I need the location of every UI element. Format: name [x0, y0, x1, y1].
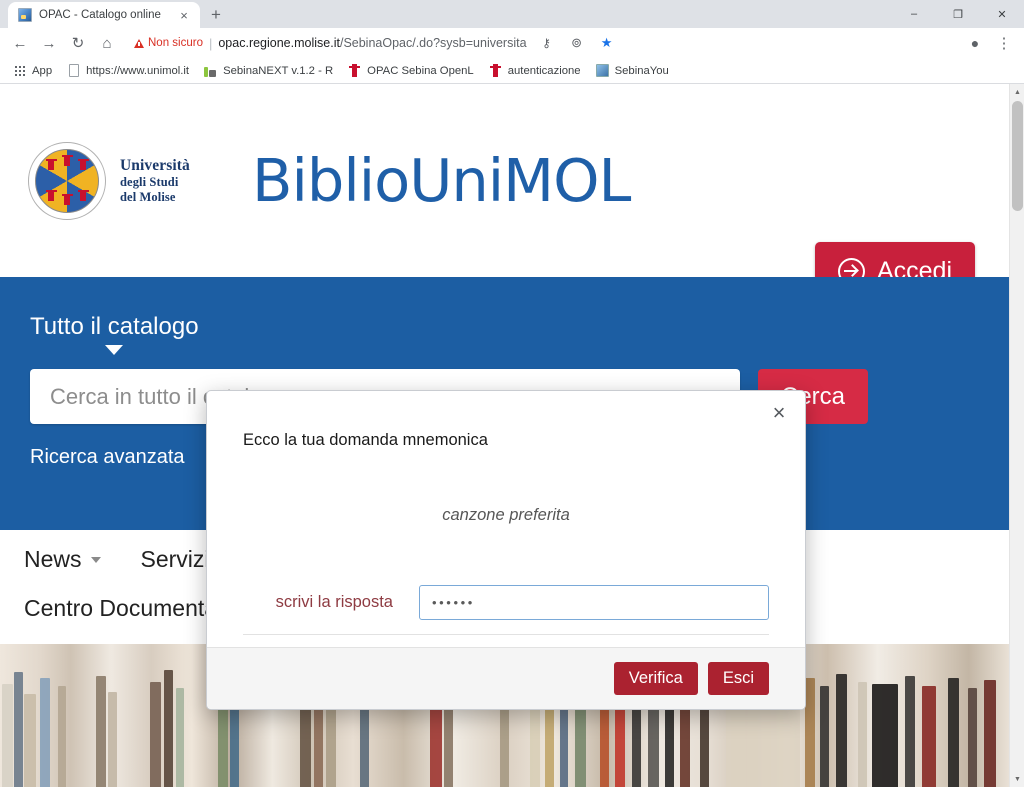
bookmark-opac-sebina[interactable]: OPAC Sebina OpenL: [341, 61, 480, 80]
sebinayou-icon: [595, 63, 610, 78]
tower-icon: [347, 63, 362, 78]
bookmark-sebinayou[interactable]: SebinaYou: [589, 61, 675, 80]
warning-triangle-icon: [134, 38, 144, 48]
tab-strip: OPAC - Catalogo online × + – ❐ ✕: [0, 0, 1024, 28]
key-icon[interactable]: ⚷: [533, 29, 561, 57]
browser-tab[interactable]: OPAC - Catalogo online ×: [8, 2, 200, 28]
address-bar[interactable]: Non sicuro | opac.regione.molise.it/Sebi…: [126, 31, 960, 55]
bookmark-star-icon[interactable]: ★: [593, 29, 621, 57]
tower-icon: [488, 63, 503, 78]
omnibox-separator: |: [208, 35, 213, 51]
minimize-button[interactable]: –: [892, 0, 936, 28]
bookmark-label: SebinaNEXT v.1.2 - R: [223, 64, 334, 77]
document-icon: [66, 63, 81, 78]
scrollbar-thumb[interactable]: [1012, 101, 1023, 211]
home-icon[interactable]: ⌂: [93, 29, 121, 57]
browser-menu-icon[interactable]: ⋮: [990, 29, 1018, 57]
page-scrollbar[interactable]: ▲ ▼: [1009, 84, 1024, 787]
close-window-button[interactable]: ✕: [980, 0, 1024, 28]
answer-input-value: ••••••: [432, 595, 475, 610]
bookmarks-bar: App https://www.unimol.it SebinaNEXT v.1…: [0, 58, 1024, 84]
insecure-label: Non sicuro: [148, 37, 203, 49]
bookmark-app[interactable]: App: [6, 61, 58, 80]
url-text: opac.regione.molise.it/SebinaOpac/.do?sy…: [218, 36, 526, 50]
answer-input[interactable]: ••••••: [419, 585, 769, 620]
bookmark-label: https://www.unimol.it: [86, 64, 190, 77]
tab-favicon-icon: [18, 8, 32, 22]
reload-icon[interactable]: ↻: [64, 29, 92, 57]
answer-field-label: scrivi la risposta: [275, 593, 393, 611]
dialog-question-intro: Ecco la tua domanda mnemonica: [243, 431, 488, 449]
bookmark-label: OPAC Sebina OpenL: [367, 64, 474, 77]
web-page: Università degli Studi del Molise Biblio…: [0, 84, 1009, 787]
back-icon[interactable]: ←: [6, 29, 34, 57]
dialog-footer: Verifica Esci: [207, 647, 805, 709]
close-icon[interactable]: ×: [767, 401, 791, 425]
bookmark-sebinanext[interactable]: SebinaNEXT v.1.2 - R: [197, 61, 339, 80]
tab-close-icon[interactable]: ×: [176, 7, 192, 23]
dialog-body: Ecco la tua domanda mnemonica canzone pr…: [207, 391, 805, 647]
browser-toolbar: ← → ↻ ⌂ Non sicuro | opac.regione.molise…: [0, 28, 1024, 58]
mnemonic-question-dialog: × Ecco la tua domanda mnemonica canzone …: [206, 390, 806, 710]
modal-overlay: × Ecco la tua domanda mnemonica canzone …: [0, 84, 1009, 787]
sebina-green-icon: [203, 63, 218, 78]
bookmark-label: autenticazione: [507, 64, 581, 77]
maximize-button[interactable]: ❐: [936, 0, 980, 28]
scroll-down-arrow-icon[interactable]: ▼: [1010, 771, 1024, 787]
scroll-up-arrow-icon[interactable]: ▲: [1010, 84, 1024, 100]
tab-title: OPAC - Catalogo online: [39, 9, 161, 21]
apps-grid-icon: [12, 63, 27, 78]
page-viewport: Università degli Studi del Molise Biblio…: [0, 84, 1024, 787]
url-path: /SebinaOpac/.do?sysb=universita: [339, 36, 527, 50]
verifica-button[interactable]: Verifica: [613, 661, 698, 696]
insecure-warning[interactable]: Non sicuro: [134, 37, 203, 49]
zoom-icon[interactable]: ⊚: [563, 29, 591, 57]
bookmark-label: SebinaYou: [614, 64, 669, 77]
profile-avatar-icon[interactable]: ●: [961, 29, 989, 57]
url-host: opac.regione.molise.it: [218, 36, 340, 50]
bookmark-label: App: [32, 64, 53, 77]
forward-icon[interactable]: →: [35, 29, 63, 57]
bookmark-unimol[interactable]: https://www.unimol.it: [60, 61, 195, 80]
omnibox-icons: ⚷ ⊚ ★: [533, 29, 621, 57]
new-tab-button[interactable]: +: [202, 2, 230, 28]
answer-form-row: scrivi la risposta ••••••: [243, 585, 769, 635]
bookmark-autenticazione[interactable]: autenticazione: [482, 61, 587, 80]
browser-window: OPAC - Catalogo online × + – ❐ ✕ ← → ↻ ⌂…: [0, 0, 1024, 787]
esci-button[interactable]: Esci: [707, 661, 769, 696]
window-controls: – ❐ ✕: [892, 0, 1024, 28]
mnemonic-question-text: canzone preferita: [442, 506, 570, 524]
